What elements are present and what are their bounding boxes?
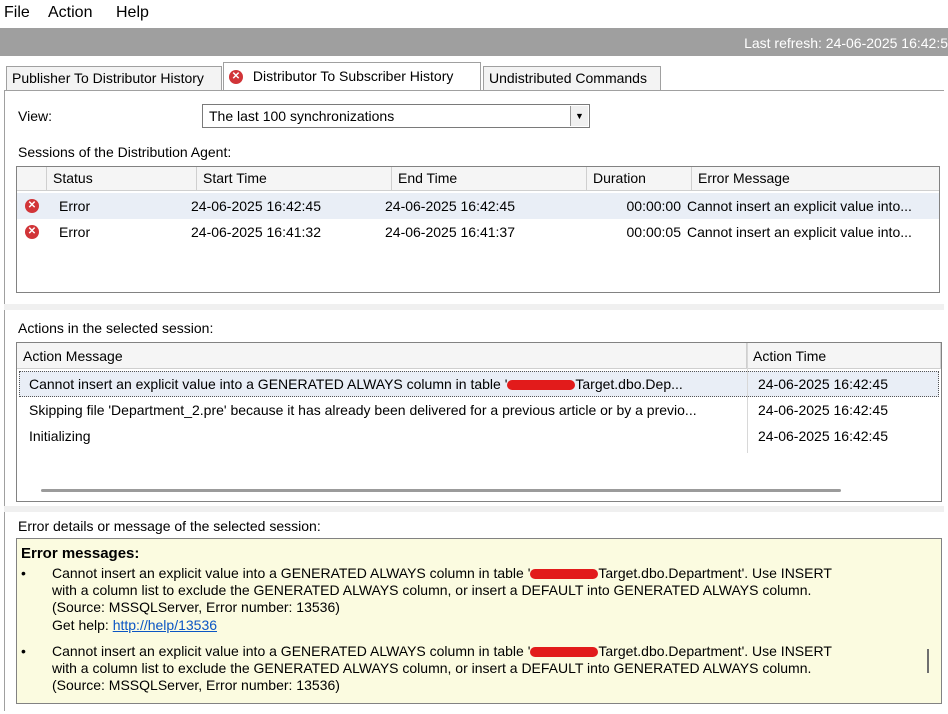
tab-distributor-to-subscriber[interactable]: ✕ Distributor To Subscriber History bbox=[223, 62, 481, 91]
col-action-time[interactable]: Action Time bbox=[747, 343, 941, 369]
action-message-cell: Skipping file 'Department_2.pre' because… bbox=[29, 402, 697, 418]
menu-action[interactable]: Action bbox=[48, 4, 92, 22]
row-header-corner bbox=[17, 167, 47, 191]
actions-grid: Action Message Action Time Cannot insert… bbox=[16, 342, 942, 502]
col-end-time[interactable]: End Time bbox=[392, 167, 587, 191]
splitter[interactable] bbox=[4, 304, 944, 310]
error-text: Cannot insert an explicit value into a G… bbox=[52, 565, 531, 581]
vertical-scrollbar[interactable] bbox=[927, 649, 929, 673]
tab-label: Undistributed Commands bbox=[489, 70, 647, 86]
error-text: Target.dbo.Department'. Use INSERT bbox=[598, 565, 832, 581]
menu-help[interactable]: Help bbox=[116, 4, 149, 22]
error-messages-title: Error messages: bbox=[21, 545, 140, 562]
start-time-cell: 24-06-2025 16:41:32 bbox=[191, 224, 321, 240]
col-duration[interactable]: Duration bbox=[587, 167, 692, 191]
splitter[interactable] bbox=[4, 506, 944, 512]
message-text: Cannot insert an explicit value into a G… bbox=[29, 376, 508, 392]
error-message-cell: Cannot insert an explicit value into... bbox=[687, 224, 912, 240]
error-message-cell: Cannot insert an explicit value into... bbox=[687, 198, 912, 214]
duration-cell: 00:00:00 bbox=[626, 198, 682, 214]
start-time-cell: 24-06-2025 16:42:45 bbox=[191, 198, 321, 214]
error-details-panel: Error messages: • Cannot insert an expli… bbox=[16, 538, 942, 704]
message-text: Target.dbo.Dep... bbox=[575, 376, 683, 392]
col-error-message[interactable]: Error Message bbox=[692, 167, 939, 191]
error-icon: ✕ bbox=[229, 70, 243, 85]
bullet: • bbox=[21, 565, 26, 581]
menu-file[interactable]: File bbox=[4, 4, 30, 22]
error-line: (Source: MSSQLServer, Error number: 1353… bbox=[52, 599, 340, 615]
redaction-mark bbox=[507, 380, 576, 391]
redaction-mark bbox=[530, 569, 599, 580]
tab-publisher-to-distributor[interactable]: Publisher To Distributor History bbox=[6, 66, 222, 90]
error-text: Cannot insert an explicit value into a G… bbox=[52, 643, 531, 659]
tab-undistributed-commands[interactable]: Undistributed Commands bbox=[483, 66, 661, 90]
col-start-time[interactable]: Start Time bbox=[197, 167, 392, 191]
redaction-mark bbox=[530, 647, 599, 658]
status-cell: Error bbox=[59, 224, 91, 240]
sessions-label: Sessions of the Distribution Agent: bbox=[18, 144, 232, 160]
error-icon: ✕ bbox=[25, 199, 39, 213]
col-status[interactable]: Status bbox=[47, 167, 197, 191]
error-icon: ✕ bbox=[25, 225, 39, 239]
error-line: Cannot insert an explicit value into a G… bbox=[52, 643, 832, 660]
bullet: • bbox=[21, 643, 26, 659]
tab-label: Publisher To Distributor History bbox=[12, 70, 204, 86]
action-time-cell: 24-06-2025 16:42:45 bbox=[758, 428, 888, 444]
view-label: View: bbox=[18, 108, 52, 124]
action-message-cell: Initializing bbox=[29, 428, 91, 444]
column-divider bbox=[747, 343, 748, 453]
error-text: Target.dbo.Department'. Use INSERT bbox=[598, 643, 832, 659]
actions-label: Actions in the selected session: bbox=[18, 320, 214, 336]
help-link[interactable]: http://help/13536 bbox=[113, 617, 217, 633]
error-line: with a column list to exclude the GENERA… bbox=[52, 660, 812, 676]
error-line: (Source: MSSQLServer, Error number: 1353… bbox=[52, 677, 340, 693]
tab-label: Distributor To Subscriber History bbox=[252, 68, 454, 84]
sessions-grid: Status Start Time End Time Duration Erro… bbox=[16, 166, 940, 293]
refresh-bar: Last refresh: 24-06-2025 16:42:5 bbox=[0, 28, 948, 56]
menu-bar: File Action Help bbox=[0, 0, 948, 27]
action-time-cell: 24-06-2025 16:42:45 bbox=[758, 376, 888, 392]
help-label: Get help: bbox=[52, 617, 113, 633]
horizontal-scrollbar[interactable] bbox=[41, 489, 841, 492]
duration-cell: 00:00:05 bbox=[626, 224, 682, 240]
status-cell: Error bbox=[59, 198, 91, 214]
error-line: Cannot insert an explicit value into a G… bbox=[52, 565, 832, 582]
error-line: with a column list to exclude the GENERA… bbox=[52, 582, 812, 598]
error-details-label: Error details or message of the selected… bbox=[18, 518, 321, 534]
last-refresh-text: Last refresh: 24-06-2025 16:42:5 bbox=[744, 35, 948, 51]
action-message-cell: Cannot insert an explicit value into a G… bbox=[21, 371, 747, 397]
chevron-down-icon[interactable]: ▼ bbox=[570, 106, 588, 126]
action-time-cell: 24-06-2025 16:42:45 bbox=[758, 402, 888, 418]
end-time-cell: 24-06-2025 16:41:37 bbox=[385, 224, 515, 240]
help-line: Get help: http://help/13536 bbox=[52, 617, 217, 634]
col-action-message[interactable]: Action Message bbox=[17, 343, 747, 369]
view-select[interactable]: The last 100 synchronizations ▼ bbox=[202, 104, 590, 128]
view-select-value: The last 100 synchronizations bbox=[209, 108, 395, 124]
end-time-cell: 24-06-2025 16:42:45 bbox=[385, 198, 515, 214]
